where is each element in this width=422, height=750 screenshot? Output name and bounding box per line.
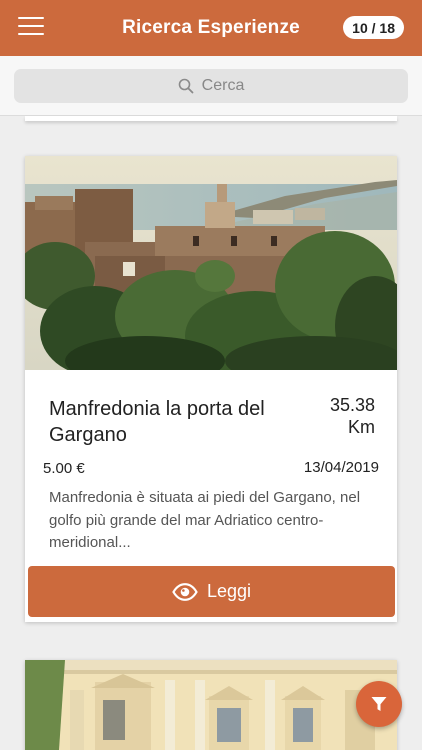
experience-price: 5.00 € bbox=[43, 460, 85, 477]
hamburger-menu-icon[interactable] bbox=[18, 17, 44, 37]
search-icon bbox=[178, 78, 194, 94]
read-button[interactable]: Leggi bbox=[28, 566, 395, 617]
filter-button[interactable] bbox=[356, 681, 402, 727]
experience-card[interactable] bbox=[25, 660, 397, 750]
experience-photo bbox=[25, 156, 397, 370]
experience-date: 13/04/2019 bbox=[303, 459, 379, 476]
distance-unit: Km bbox=[348, 417, 375, 437]
read-button-label: Leggi bbox=[206, 581, 252, 601]
filter-icon bbox=[371, 697, 387, 711]
results-counter-badge: 10 / 18 bbox=[343, 16, 404, 39]
experience-photo bbox=[25, 660, 397, 750]
search-bar: Cerca bbox=[0, 56, 422, 116]
search-input[interactable]: Cerca bbox=[14, 69, 408, 103]
experience-description: Manfredonia è situata ai piedi del Garga… bbox=[49, 489, 361, 551]
experience-card[interactable]: Manfredonia la porta del Gargano 35.38 K… bbox=[25, 156, 397, 622]
eye-icon bbox=[172, 582, 198, 601]
experience-title: Manfredonia la porta del Gargano bbox=[49, 398, 265, 446]
page-title: Ricerca Esperienze bbox=[122, 17, 300, 38]
distance-value: 35.38 bbox=[329, 395, 375, 415]
experience-distance: 35.38 Km bbox=[330, 394, 375, 438]
previous-card-edge bbox=[25, 116, 397, 121]
search-placeholder: Cerca bbox=[201, 77, 245, 94]
top-nav-bar: Ricerca Esperienze 10 / 18 bbox=[0, 0, 422, 56]
